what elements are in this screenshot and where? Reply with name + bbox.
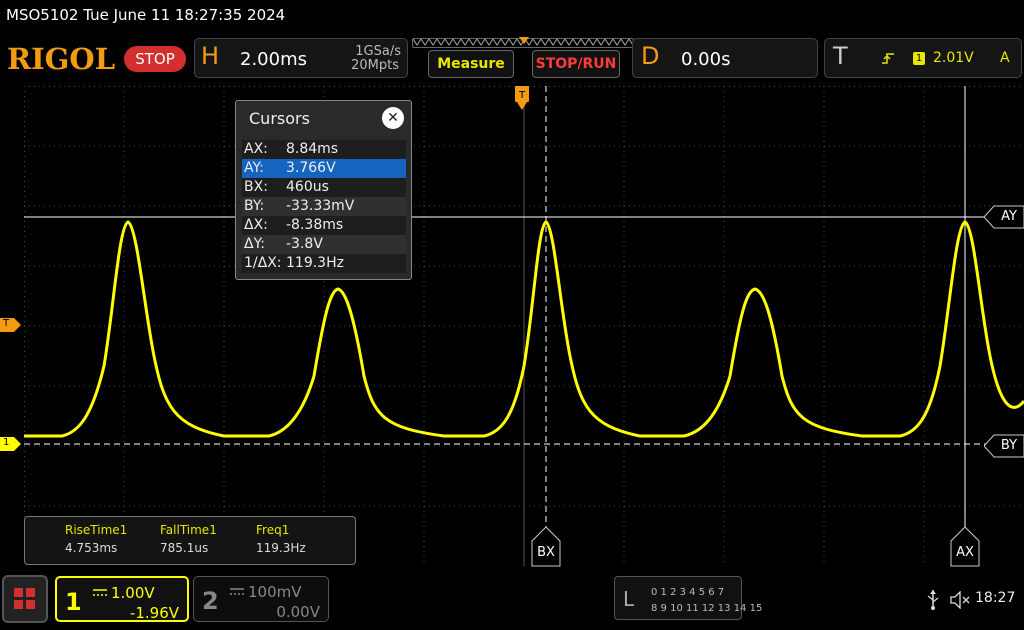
usb-icon	[927, 590, 939, 610]
channel2-number: 2	[202, 587, 219, 615]
cursor-by-tag-label: BY	[1000, 438, 1018, 453]
dc-coupling-icon	[93, 589, 107, 596]
logic-analyzer-panel[interactable]: L 0 1 2 3 4 5 6 7 8 9 10 11 12 13 14 15	[614, 576, 762, 620]
measurement-rise-time[interactable]: RiseTime1 4.753ms	[65, 523, 127, 555]
cursor-ax-tag-label: AX	[956, 545, 974, 560]
rigol-logo: RIGOL	[7, 42, 116, 76]
measurement-panel[interactable]: RiseTime1 4.753ms FallTime1 785.1us Freq…	[24, 516, 356, 565]
trigger-panel[interactable]: T 1 2.01V A	[824, 38, 1022, 78]
close-icon[interactable]: ✕	[382, 107, 404, 129]
cursor-ax-tag[interactable]: AX	[950, 527, 980, 567]
run-state-badge[interactable]: STOP	[124, 46, 186, 72]
title-text: MSO5102 Tue June 11 18:27:35 2024	[6, 6, 286, 24]
channel1-number: 1	[65, 588, 82, 616]
channel2-scale: 100mV	[248, 583, 302, 601]
trigger-source-badge: 1	[913, 52, 925, 65]
cursor-ay-tag[interactable]: AY	[984, 205, 1024, 229]
ruler-trigger-marker	[519, 37, 529, 44]
home-menu-button[interactable]	[2, 575, 48, 623]
grid-menu-icon	[14, 588, 36, 610]
speaker-muted-icon[interactable]	[950, 591, 972, 609]
timebase-value: 2.00ms	[240, 49, 307, 70]
logic-channels-row2: 8 9 10 11 12 13 14 15	[651, 603, 763, 614]
sample-rate: 1GSa/s	[355, 44, 401, 59]
channel1-offset: -1.96V	[129, 604, 179, 622]
cursor-bx-tag[interactable]: BX	[531, 527, 561, 567]
cursor-bx-tag-label: BX	[537, 545, 555, 560]
channel1-ground-marker[interactable]: 1	[0, 436, 22, 451]
trigger-level-marker[interactable]: T	[0, 317, 22, 332]
channel2-panel[interactable]: 2 100mV 0.00V	[193, 576, 329, 622]
cursor-readout-list: AX: 8.84ms AY: 3.766V BX: 460us BY: -33.33mV…	[242, 140, 406, 273]
cursor-row-ax[interactable]: AX: 8.84ms	[242, 140, 406, 159]
bottom-bar: 1 1.00V -1.96V 2 100mV 0.00V L 0 1 2 3 4…	[0, 572, 1024, 630]
measure-button[interactable]: Measure	[428, 50, 514, 78]
cursor-row-bx[interactable]: BX: 460us	[242, 178, 406, 197]
horizontal-letter: H	[201, 42, 220, 70]
channel1-panel[interactable]: 1 1.00V -1.96V	[55, 576, 189, 622]
stop-run-button[interactable]: STOP/RUN	[532, 50, 620, 78]
cursor-row-inv-dx[interactable]: 1/ΔX: 119.3Hz	[242, 254, 406, 273]
channel1-scale: 1.00V	[111, 584, 155, 602]
memory-depth: 20Mpts	[351, 58, 399, 73]
trigger-position-marker[interactable]: T	[514, 86, 530, 112]
waveform-display[interactable]	[24, 86, 1024, 566]
delay-value: 0.00s	[681, 49, 731, 70]
horizontal-panel[interactable]: H 2.00ms 1GSa/s 20Mpts	[194, 38, 408, 78]
logic-channels-row1: 0 1 2 3 4 5 6 7	[651, 587, 725, 598]
trigger-letter: T	[833, 42, 848, 70]
graticule	[24, 86, 1024, 566]
trigger-edge-icon	[882, 53, 894, 64]
delay-letter: D	[641, 42, 660, 70]
cursors-dialog[interactable]: Cursors ✕ AX: 8.84ms AY: 3.766V BX: 460us B…	[235, 100, 412, 280]
trigger-mode: A	[1000, 50, 1010, 66]
cursor-row-by[interactable]: BY: -33.33mV	[242, 197, 406, 216]
measurement-frequency[interactable]: Freq1 119.3Hz	[256, 523, 306, 555]
cursor-row-dx[interactable]: ΔX: -8.38ms	[242, 216, 406, 235]
svg-text:T: T	[518, 90, 526, 101]
top-bar: RIGOL STOP H 2.00ms 1GSa/s 20Mpts Measur…	[0, 34, 1024, 84]
cursor-row-dy[interactable]: ΔY: -3.8V	[242, 235, 406, 254]
trigger-level: 2.01V	[933, 50, 974, 66]
delay-panel[interactable]: D 0.00s	[632, 38, 818, 78]
logic-analyzer-letter: L	[623, 587, 635, 611]
cursor-ay-tag-label: AY	[1001, 209, 1017, 224]
cursors-dialog-title: Cursors	[249, 109, 310, 128]
cursor-by-tag[interactable]: BY	[984, 434, 1024, 458]
title-bar: MSO5102 Tue June 11 18:27:35 2024	[0, 0, 1024, 32]
dc-coupling-icon	[230, 588, 244, 595]
measurement-fall-time[interactable]: FallTime1 785.1us	[160, 523, 217, 555]
channel2-offset: 0.00V	[276, 603, 320, 621]
cursor-row-ay[interactable]: AY: 3.766V	[242, 159, 406, 178]
clock-time: 18:27	[975, 590, 1016, 606]
